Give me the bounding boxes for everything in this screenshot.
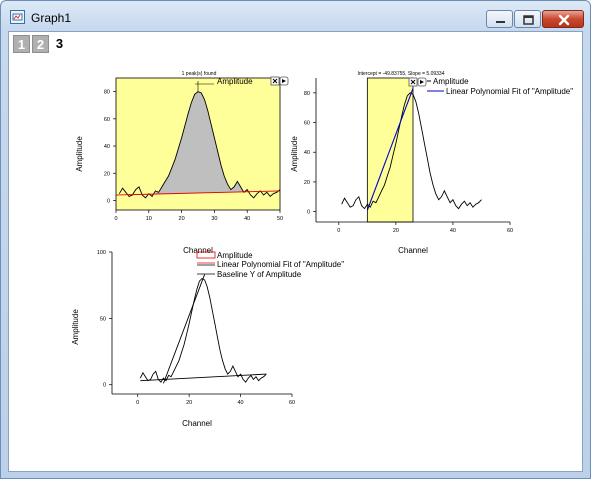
graph-page: 1 2 3 1 peak(s) found 0 10 20 30 40 50 0 20 40 60… <box>8 31 583 472</box>
x-tick-label: 0 <box>337 228 340 234</box>
close-button[interactable] <box>542 10 584 28</box>
x-tick-label: 20 <box>179 216 185 222</box>
y-tick-label: 20 <box>104 171 110 177</box>
x-tick-label: 50 <box>277 216 283 222</box>
panel-linear-fit-xlabel: Channel <box>398 246 428 255</box>
panel-baseline-ylabel: Amplitude <box>71 309 80 345</box>
x-tick-label: 40 <box>450 228 456 234</box>
panel-peaks-legend-amplitude: Amplitude <box>217 77 253 86</box>
series-linear-fit <box>163 274 205 384</box>
maximize-icon <box>523 15 534 25</box>
x-tick-label: 60 <box>507 228 513 234</box>
y-tick-label: 0 <box>103 383 106 389</box>
panel-linear-fit-legend-fit: Linear Polynomial Fit of "Amplitude" <box>446 87 573 96</box>
x-tick-label: 60 <box>289 400 295 406</box>
title-bar[interactable]: Graph1 <box>1 1 590 31</box>
x-tick-label: 30 <box>211 216 217 222</box>
y-tick-label: 0 <box>107 198 110 204</box>
graph-app-icon[interactable] <box>10 10 25 24</box>
x-tick-label: 0 <box>114 216 117 222</box>
panel-linear-fit-legend-amplitude: Amplitude <box>433 77 469 86</box>
panel-linear-fit-header: Intercept = -49.83755, Slope = 5.09334 <box>357 71 444 77</box>
minimize-icon <box>496 21 505 23</box>
panel-baseline[interactable]: 0 20 40 60 0 50 100 Channel Amplitude Amplitud… <box>71 250 344 428</box>
minimize-button[interactable] <box>486 10 513 28</box>
panel-baseline-legend-baseline: Baseline Y of Amplitude <box>217 270 302 279</box>
y-tick-label: 50 <box>100 316 106 322</box>
x-tick-label: 20 <box>186 400 192 406</box>
x-tick-label: 40 <box>244 216 250 222</box>
y-tick-label: 40 <box>304 150 310 156</box>
panel-baseline-legend-amplitude: Amplitude <box>217 251 253 260</box>
panel-peaks-xlabel: Channel <box>183 246 213 255</box>
x-tick-label: 40 <box>238 400 244 406</box>
close-icon <box>558 14 570 26</box>
maximize-button[interactable] <box>514 10 541 28</box>
graph-canvas[interactable]: 1 peak(s) found 0 10 20 30 40 50 0 20 40 60 80 Cha… <box>9 32 582 471</box>
panel-baseline-xlabel: Channel <box>182 419 212 428</box>
y-tick-label: 60 <box>104 117 110 123</box>
y-tick-label: 40 <box>104 144 110 150</box>
y-tick-label: 20 <box>304 180 310 186</box>
y-tick-label: 80 <box>304 91 310 97</box>
series-amplitude <box>139 277 267 383</box>
x-tick-label: 0 <box>136 400 139 406</box>
y-tick-label: 0 <box>307 210 310 216</box>
panel-peaks-header: 1 peak(s) found <box>182 71 217 77</box>
panel-peaks-ylabel: Amplitude <box>75 136 84 172</box>
y-tick-label: 60 <box>304 121 310 127</box>
y-tick-label: 80 <box>104 90 110 96</box>
panel-baseline-legend-fit: Linear Polynomial Fit of "Amplitude" <box>217 260 344 269</box>
window-title: Graph1 <box>31 11 72 25</box>
panel-linear-fit-legend-buttons[interactable] <box>408 77 427 87</box>
x-tick-label: 20 <box>393 228 399 234</box>
graph-window: Graph1 1 2 3 1 peak(s) found 0 10 20 30 40 50… <box>0 0 591 479</box>
panel-peaks[interactable]: 1 peak(s) found 0 10 20 30 40 50 0 20 40 60 80 Cha… <box>75 71 289 255</box>
panel-linear-fit-ylabel: Amplitude <box>290 136 299 172</box>
y-tick-label: 100 <box>97 250 106 256</box>
panel-linear-fit[interactable]: Intercept = -49.83755, Slope = 5.09334 0… <box>290 71 573 255</box>
x-tick-label: 10 <box>146 216 152 222</box>
